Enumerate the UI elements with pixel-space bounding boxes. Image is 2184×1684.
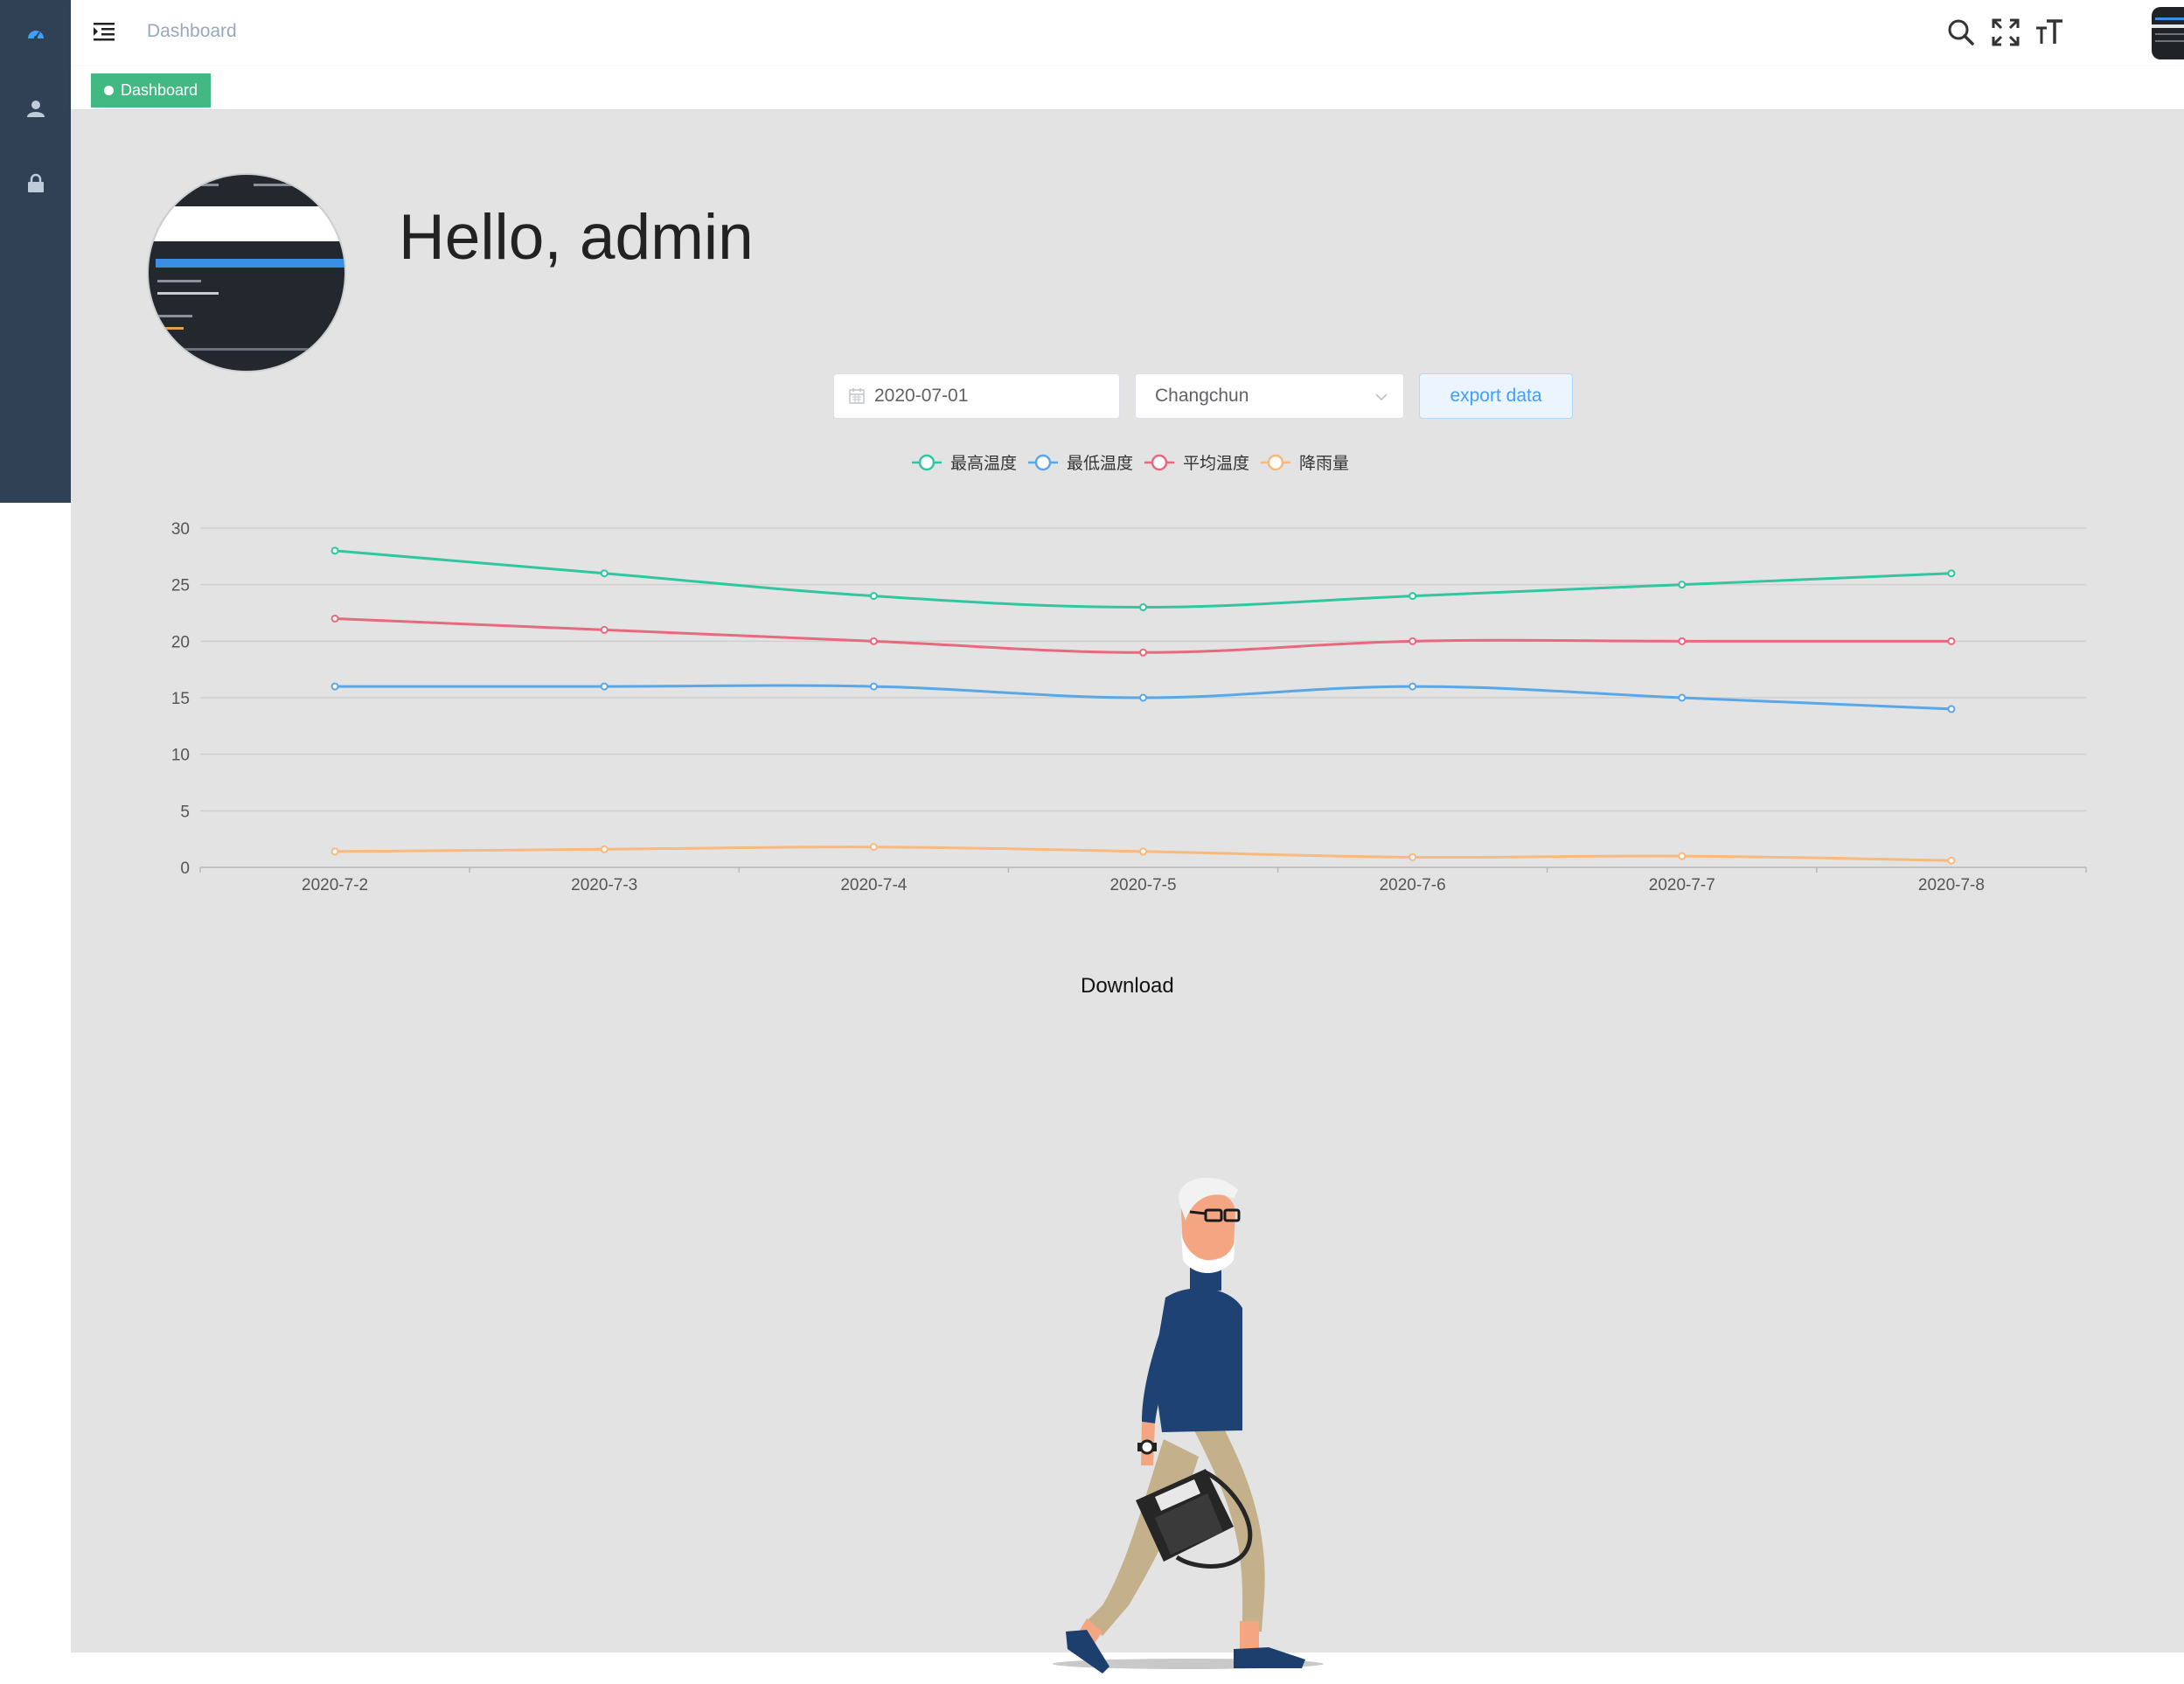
data-point [1408, 592, 1417, 601]
x-tick-label: 2020-7-8 [1918, 876, 1985, 894]
tag-dashboard[interactable]: Dashboard [91, 73, 212, 108]
data-point [1947, 856, 1956, 865]
hamburger-icon[interactable] [92, 19, 116, 44]
legend-label: 最高温度 [950, 454, 1017, 473]
data-point [600, 569, 609, 578]
data-point [1139, 648, 1147, 657]
legend-marker [918, 454, 936, 471]
y-tick-label: 30 [171, 520, 190, 539]
legend-marker [1151, 454, 1168, 471]
data-point [1139, 847, 1147, 856]
x-tick-label: 2020-7-6 [1380, 876, 1446, 894]
x-tick-label: 2020-7-7 [1649, 876, 1715, 894]
data-point [1678, 852, 1687, 860]
data-point [1678, 581, 1687, 589]
data-point [1139, 693, 1147, 702]
download-link[interactable]: Download [1081, 974, 1174, 999]
weather-line-chart: 0 5 10 15 20 25 30 2020-7-2 2020-7-3 2020-7-4 2020… [171, 454, 2087, 894]
x-tick-label: 2020-7-3 [571, 876, 637, 894]
sidebar [0, 0, 71, 503]
lock-icon[interactable] [0, 166, 71, 201]
data-point [600, 845, 609, 853]
user-avatar-small[interactable] [2152, 7, 2184, 59]
legend-marker [1267, 454, 1284, 471]
data-point [600, 682, 609, 691]
y-tick-label: 5 [180, 803, 190, 821]
text-size-icon[interactable] [2034, 17, 2064, 47]
x-tick-label: 2020-7-5 [1109, 876, 1176, 894]
fullscreen-icon[interactable] [1991, 17, 2021, 47]
data-point [330, 847, 339, 856]
y-tick-label: 15 [171, 690, 190, 708]
legend-label: 平均温度 [1183, 454, 1249, 473]
tag-label: Dashboard [121, 81, 198, 99]
data-point [1408, 682, 1417, 691]
navbar: Dashboard [71, 0, 2184, 66]
search-icon[interactable] [1946, 17, 1976, 47]
data-point [1408, 852, 1417, 861]
data-point [869, 843, 878, 852]
legend-label: 降雨量 [1299, 454, 1349, 473]
legend-marker [1034, 454, 1052, 471]
dashboard-icon[interactable] [0, 17, 71, 52]
series-line [335, 616, 1951, 654]
walking-man-illustration [1053, 1177, 1324, 1674]
data-point [1678, 693, 1687, 702]
data-point [1678, 637, 1687, 645]
data-point [600, 625, 609, 634]
data-point [330, 614, 339, 623]
y-tick-label: 0 [180, 859, 190, 878]
data-point [330, 682, 339, 691]
data-point [1947, 569, 1956, 578]
data-point [330, 546, 339, 555]
series-line [334, 549, 1951, 609]
x-tick-label: 2020-7-4 [840, 876, 907, 894]
legend-label: 最低温度 [1067, 454, 1133, 473]
main-content: Hello, admin 2020-07-01 Changchun export… [71, 110, 2184, 1674]
data-point [1947, 705, 1956, 713]
tags-view: Dashboard [71, 66, 2184, 110]
breadcrumb: Dashboard [147, 21, 237, 41]
user-icon[interactable] [0, 91, 71, 126]
data-point [869, 592, 878, 601]
y-tick-label: 10 [171, 747, 190, 765]
data-point [1408, 637, 1417, 645]
data-point [1139, 603, 1147, 612]
active-dot-icon [104, 86, 114, 95]
y-tick-label: 20 [171, 633, 190, 651]
data-point [1947, 637, 1956, 645]
y-tick-label: 25 [171, 577, 190, 595]
x-tick-label: 2020-7-2 [302, 876, 368, 894]
data-point [869, 637, 878, 645]
data-point [869, 682, 878, 691]
